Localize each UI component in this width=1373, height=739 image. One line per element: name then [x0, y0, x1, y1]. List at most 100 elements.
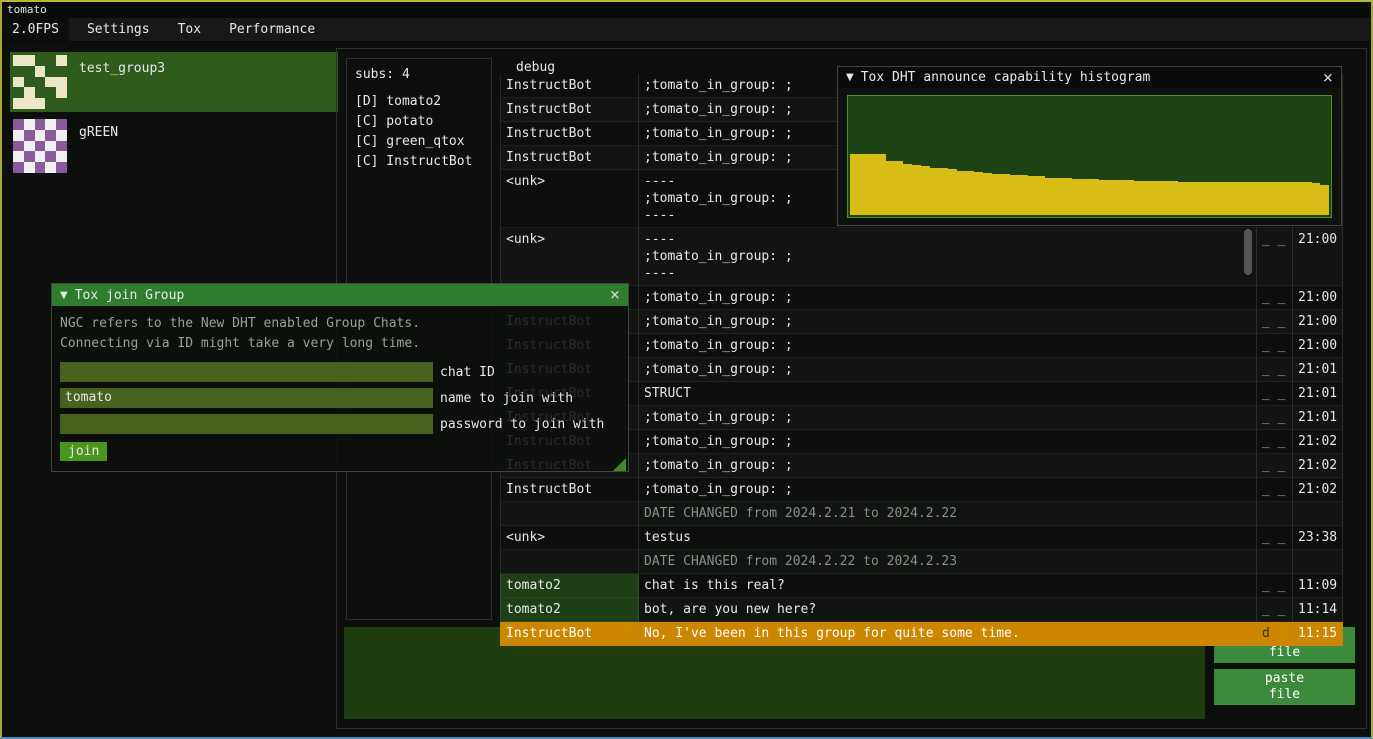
histogram-bar — [957, 171, 966, 215]
flags-cell: _ _ — [1257, 598, 1293, 622]
message-row[interactable]: InstructBot;tomato_in_group: ;_ _21:02 — [500, 478, 1343, 502]
flags-cell: d — [1257, 622, 1293, 646]
message-cell: ;tomato_in_group: ; — [639, 454, 1257, 478]
close-icon[interactable]: × — [610, 288, 620, 302]
message-row[interactable]: <unk>testus_ _23:38 — [500, 526, 1343, 550]
histogram-body — [838, 88, 1341, 225]
sidebar: test_group3 gREEN — [10, 52, 338, 176]
message-row[interactable]: <unk>---- ;tomato_in_group: ; ----_ _21:… — [500, 228, 1343, 286]
histogram-bar — [1303, 182, 1312, 215]
menu-item-tox[interactable]: Tox — [164, 18, 215, 41]
join-password-input[interactable] — [60, 414, 433, 434]
message-cell: ;tomato_in_group: ; — [639, 286, 1257, 310]
time-cell: 11:09 — [1293, 574, 1343, 598]
join-info-line: NGC refers to the New DHT enabled Group … — [60, 314, 620, 334]
subs-list-item[interactable]: [C] green_qtox — [355, 132, 483, 152]
histogram-bar — [1028, 176, 1037, 215]
histogram-bar — [939, 168, 948, 215]
group-name: gREEN — [79, 119, 118, 140]
histogram-bar — [1178, 182, 1187, 215]
time-cell: 21:02 — [1293, 454, 1343, 478]
histogram-bar — [1143, 181, 1152, 215]
join-group-info: NGC refers to the New DHT enabled Group … — [52, 306, 628, 356]
sidebar-item-green[interactable]: gREEN — [10, 116, 338, 176]
time-cell: 21:01 — [1293, 358, 1343, 382]
message-cell: STRUCT — [639, 382, 1257, 406]
histogram-bar — [992, 174, 1001, 215]
histogram-bar — [1019, 175, 1028, 215]
histogram-bar — [886, 161, 895, 215]
histogram-bar — [1081, 179, 1090, 215]
subs-list-item[interactable]: [C] InstructBot — [355, 152, 483, 172]
sidebar-item-test-group3[interactable]: test_group3 — [10, 52, 338, 112]
histogram-bar — [1125, 180, 1134, 215]
histogram-bar — [868, 154, 877, 215]
subs-list-item[interactable]: [D] tomato2 — [355, 92, 483, 112]
histogram-bar — [877, 154, 886, 215]
histogram-bar — [974, 172, 983, 215]
chat-id-input[interactable] — [60, 362, 433, 382]
histogram-bar — [1107, 180, 1116, 215]
join-group-window-title: Tox join Group — [75, 288, 185, 303]
histogram-bar — [1090, 179, 1099, 215]
menu-item-performance[interactable]: Performance — [215, 18, 329, 41]
time-cell: 21:00 — [1293, 286, 1343, 310]
histogram-bar — [912, 165, 921, 215]
histogram-window-titlebar[interactable]: ▼ Tox DHT announce capability histogram … — [838, 67, 1341, 88]
histogram-bar — [1285, 182, 1294, 215]
histogram-bar — [903, 164, 912, 215]
subs-list-item[interactable]: [C] potato — [355, 112, 483, 132]
join-name-input[interactable]: tomato — [60, 388, 433, 408]
close-icon[interactable]: × — [1323, 71, 1333, 85]
group-avatar — [13, 119, 67, 173]
sender-cell: InstructBot — [500, 122, 639, 146]
histogram-window-title: Tox DHT announce capability histogram — [861, 70, 1151, 85]
flags-cell: _ _ — [1257, 454, 1293, 478]
message-cell: DATE CHANGED from 2024.2.22 to 2024.2.23 — [639, 550, 1257, 574]
menu-bar: 2.0FPS Settings Tox Performance — [2, 18, 1371, 42]
collapse-arrow-icon[interactable]: ▼ — [846, 72, 854, 83]
histogram-bar — [1045, 178, 1054, 215]
paste-file-button[interactable]: paste file — [1214, 669, 1355, 705]
resize-grip[interactable] — [613, 458, 626, 471]
tab-debug[interactable]: debug — [516, 60, 555, 75]
message-cell: bot, are you new here? — [639, 598, 1257, 622]
time-cell: 21:00 — [1293, 228, 1343, 286]
time-cell: 21:01 — [1293, 406, 1343, 430]
histogram-bar — [1161, 181, 1170, 215]
histogram-bar — [1063, 178, 1072, 215]
chat-scrollbar[interactable] — [1244, 229, 1252, 275]
histogram-bar — [1152, 181, 1161, 215]
date-separator-row[interactable]: DATE CHANGED from 2024.2.22 to 2024.2.23 — [500, 550, 1343, 574]
collapse-arrow-icon[interactable]: ▼ — [60, 290, 68, 301]
histogram-bar — [1267, 182, 1276, 215]
histogram-bar — [1312, 183, 1321, 215]
histogram-bar — [1232, 182, 1241, 215]
message-cell: ;tomato_in_group: ; — [639, 358, 1257, 382]
flags-cell: _ _ — [1257, 358, 1293, 382]
histogram-bar — [930, 168, 939, 215]
time-cell: 21:02 — [1293, 478, 1343, 502]
histogram-bar — [850, 154, 859, 215]
menu-item-settings[interactable]: Settings — [73, 18, 164, 41]
histogram-bar — [1294, 182, 1303, 215]
flags-cell: _ _ — [1257, 310, 1293, 334]
histogram-bar — [1205, 182, 1214, 215]
message-row[interactable]: tomato2bot, are you new here?_ _11:14 — [500, 598, 1343, 622]
date-separator-row[interactable]: DATE CHANGED from 2024.2.21 to 2024.2.22 — [500, 502, 1343, 526]
message-row[interactable]: InstructBotNo, I've been in this group f… — [500, 622, 1343, 646]
time-cell: 11:15 — [1293, 622, 1343, 646]
message-row[interactable]: tomato2chat is this real?_ _11:09 — [500, 574, 1343, 598]
message-cell: ;tomato_in_group: ; — [639, 310, 1257, 334]
join-button[interactable]: join — [60, 442, 107, 461]
histogram-bar — [1116, 180, 1125, 215]
sender-cell: <unk> — [500, 526, 639, 550]
join-password-label: password to join with — [440, 417, 604, 432]
message-cell: ;tomato_in_group: ; — [639, 406, 1257, 430]
join-group-window-titlebar[interactable]: ▼ Tox join Group × — [52, 284, 628, 306]
histogram-bar — [1010, 175, 1019, 215]
histogram-bar — [948, 169, 957, 215]
histogram-window: ▼ Tox DHT announce capability histogram … — [837, 66, 1342, 226]
subs-count-header: subs: 4 — [355, 67, 483, 82]
flags-cell: _ _ — [1257, 574, 1293, 598]
